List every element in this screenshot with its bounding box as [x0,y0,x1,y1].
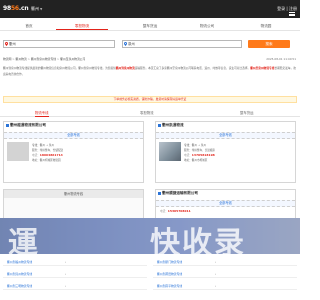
breadcrumb-item[interactable]: 衢州到泉州物流专线 [31,57,56,61]
destination-input[interactable]: 泉州 [122,40,242,48]
company-address: 地址：衢州市柯城区 [184,159,208,162]
breadcrumb-item[interactable]: 衢州物流 [16,57,27,61]
all-lines-link[interactable]: 全部专线 [156,132,295,139]
company-icon [158,123,161,127]
company-phone[interactable]: 电话：18664861714 [32,153,63,157]
nav-tab-home[interactable]: 首页 [3,22,55,30]
route-row[interactable]: 衢州到南平物流专线 › [153,282,297,290]
breadcrumb-item: 衢州至泉州物流公司 [60,57,86,61]
site-logo[interactable]: 9856.cn [3,5,29,12]
nav-tab-ftl[interactable]: 整车货运 [124,22,176,30]
tab-ftl[interactable]: 整车货运 [240,109,254,117]
origin-input[interactable]: 衢州 [3,40,115,48]
section-tabs: 物流专线 零担物流 整车货运 [0,109,300,117]
search-button[interactable]: 搜索 [248,40,290,48]
company-icon [158,191,161,195]
watermark-right: 快收录 [150,226,246,261]
all-lines-link[interactable]: 全部专线 [156,200,295,207]
company-address: 地址：衢州柯城区物流园 [32,159,61,162]
company-phone[interactable]: 电话：13705818198 [184,153,215,157]
tab-special-lines[interactable]: 物流专线 [35,109,49,117]
company-name[interactable]: 衢州凯通物流 [158,123,184,128]
breadcrumb: 物流网 > 衢州物流 > 衢州到泉州物流专线 > 衢州至泉州物流公司 [3,57,85,61]
chevron-right-icon: › [65,284,67,288]
route-row[interactable]: 衢州到漳州物流专线 › [3,270,147,278]
company-thumbnail [7,142,29,161]
city-selector[interactable]: 衢州▼ [31,6,42,12]
all-lines-link[interactable]: 全部专线 [4,132,143,139]
company-photo [159,142,181,161]
location-pin-icon [124,42,127,46]
nav-tab-ltl[interactable]: 零担物流 [56,22,108,30]
fraud-notice: 下单前务必核实资质，谨防诈骗，发货时请保存好运单凭证 [3,96,297,103]
company-card[interactable]: 衢州顺捷运输有限公司 全部专线 电话：15305708011 [155,189,296,219]
company-route: 专线：衢州 → 泉州 [32,144,54,147]
chevron-down-icon: ▼ [40,7,43,11]
company-name[interactable]: 衢州顺捷运输有限公司 [158,191,198,196]
company-card[interactable]: 衢州越通物流有限公司 全部专线 专线：衢州 → 泉州 服务：零担整车、仓储配送 … [3,121,144,183]
watermark-left: 運 [8,226,40,261]
chevron-right-icon: › [65,272,67,276]
route-card-title[interactable]: 衢州物流专线 [4,190,143,198]
company-route: 专线：衢州 → 泉州 [184,144,206,147]
chevron-right-icon: › [215,272,217,276]
intro-text: 衢州到泉州物流专线提供最新的衢州物流信息和泉州物流公司，衢州到泉州物流专线，为您… [3,66,296,76]
menu-icon[interactable] [289,12,295,16]
company-services: 服务：零担整车、长途搬家 [184,149,216,152]
tab-ltl[interactable]: 零担物流 [140,109,154,117]
location-pin-icon [5,42,8,46]
company-phone[interactable]: 电话：15305708011 [160,209,191,213]
nav-tab-companies[interactable]: 物流公司 [181,22,233,30]
main-nav: 首页 零担物流 整车货运 物流公司 物流园 [0,22,300,31]
chevron-right-icon: › [215,284,217,288]
route-card: 衢州物流专线 [3,189,144,219]
nav-tab-parks[interactable]: 物流园 [240,22,292,30]
update-time: 2025-08-01 11:40:51 [266,57,296,61]
chevron-right-icon: › [65,260,67,264]
route-row[interactable]: 衢州到三明物流专线 › [3,282,147,290]
company-services: 服务：零担整车、仓储配送 [32,149,64,152]
company-icon [6,123,9,127]
company-card[interactable]: 衢州凯通物流 全部专线 专线：衢州 → 泉州 服务：零担整车、长途搬家 电话：1… [155,121,296,183]
top-bar: 9856.cn 衢州▼ 登录 | 注册 [0,0,300,18]
route-row[interactable]: 衢州到莆田物流专线 › [153,270,297,278]
company-name[interactable]: 衢州越通物流有限公司 [6,123,46,128]
